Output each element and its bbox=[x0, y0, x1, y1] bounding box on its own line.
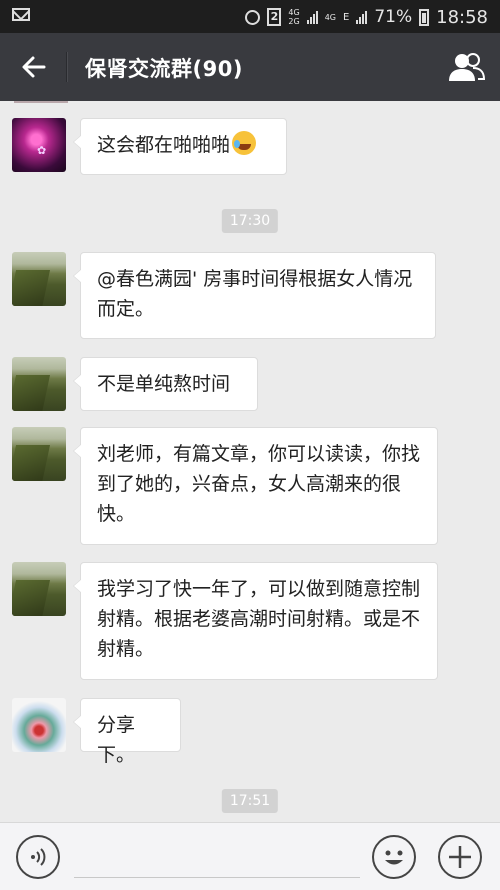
voice-icon[interactable] bbox=[16, 835, 60, 879]
chat-title: 保肾交流群(90) bbox=[85, 57, 243, 81]
message-text: @春色满园' 房事时间得根据女人情况而定。 bbox=[97, 268, 413, 320]
message-bubble[interactable]: 这会都在啪啪啪 bbox=[73, 118, 287, 175]
timestamp-pill: 17:51 bbox=[221, 789, 279, 813]
avatar-purple[interactable]: ✿ bbox=[12, 118, 66, 172]
signal-bars-2-icon bbox=[356, 10, 368, 24]
avatar-glyph-icon: ✿ bbox=[37, 144, 47, 157]
emoji-icon[interactable] bbox=[372, 835, 416, 879]
status-clock: 18:58 bbox=[436, 6, 488, 28]
message-text: 这会都在啪啪啪 bbox=[97, 134, 231, 156]
status-icons: 2 4G 2G 4G E 71% 18:58 bbox=[245, 5, 488, 29]
signal-bars-icon bbox=[306, 10, 318, 24]
edge-label: E bbox=[343, 11, 350, 23]
battery-percent: 71% bbox=[374, 7, 413, 27]
input-bar bbox=[0, 822, 500, 890]
chat-header: 保肾交流群(90) bbox=[0, 33, 500, 101]
message-bubble[interactable]: 我学习了快一年了，可以做到随意控制射精。根据老婆高潮时间射精。或是不射精。 bbox=[73, 562, 438, 680]
message-bubble[interactable]: @春色满园' 房事时间得根据女人情况而定。 bbox=[73, 252, 436, 339]
avatar-partial bbox=[14, 101, 68, 103]
message-text: 刘老师，有篇文章，你可以读读，你找到了她的，兴奋点，女人高潮来的很快。 bbox=[97, 443, 421, 525]
avatar-landscape[interactable] bbox=[12, 562, 66, 616]
status-bar: 2 4G 2G 4G E 71% 18:58 bbox=[0, 0, 500, 33]
chat-message-list[interactable]: ✿ 这会都在啪啪啪 17:30 @春色满园' 房事时间得根据女人情况而定。 不是… bbox=[0, 101, 500, 822]
laughing-crying-emoji-icon bbox=[232, 131, 257, 155]
network-bottom-label: 2G bbox=[288, 17, 300, 26]
avatar-sphere[interactable] bbox=[12, 698, 66, 752]
message-text: 我学习了快一年了，可以做到随意控制射精。根据老婆高潮时间射精。或是不射精。 bbox=[97, 578, 421, 660]
network2-top-label: 4G bbox=[324, 12, 336, 22]
avatar-landscape[interactable] bbox=[12, 252, 66, 306]
message-bubble[interactable]: 刘老师，有篇文章，你可以读读，你找到了她的，兴奋点，女人高潮来的很快。 bbox=[73, 427, 438, 545]
battery-icon bbox=[419, 8, 430, 26]
smiley-face-icon bbox=[385, 850, 403, 865]
add-more-icon bbox=[449, 846, 471, 868]
message-input[interactable] bbox=[74, 877, 360, 878]
message-text: 分享下。 bbox=[97, 714, 136, 766]
avatar-landscape[interactable] bbox=[12, 357, 66, 411]
message-text: 不是单纯熬时间 bbox=[97, 373, 231, 395]
group-members-icon[interactable] bbox=[446, 51, 486, 83]
header-divider bbox=[66, 52, 68, 82]
back-arrow-icon[interactable] bbox=[18, 51, 50, 83]
plus-icon[interactable] bbox=[438, 835, 482, 879]
mail-icon bbox=[12, 8, 30, 21]
message-bubble[interactable]: 不是单纯熬时间 bbox=[73, 357, 258, 411]
network-type: 4G 2G bbox=[288, 8, 299, 26]
network-top-label: 4G bbox=[288, 8, 300, 17]
voice-waves-icon bbox=[31, 848, 46, 866]
alarm-icon bbox=[245, 9, 261, 25]
avatar-landscape[interactable] bbox=[12, 427, 66, 481]
network-type-2: 4G bbox=[325, 13, 336, 22]
timestamp-pill: 17:30 bbox=[221, 209, 279, 233]
message-bubble[interactable]: 分享下。 bbox=[73, 698, 181, 766]
sim-slot-badge: 2 bbox=[267, 8, 282, 26]
